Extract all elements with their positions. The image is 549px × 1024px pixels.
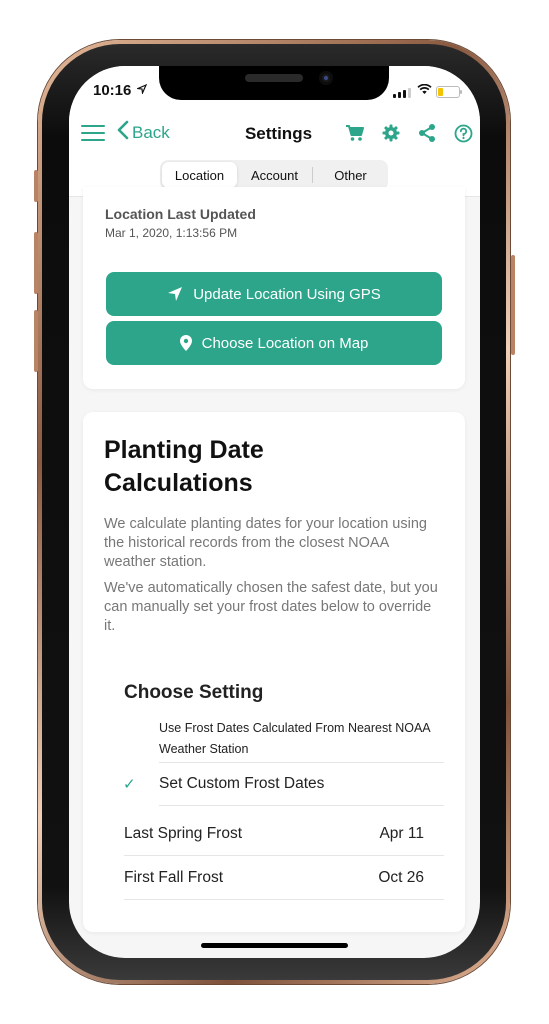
choose-map-button[interactable]: Choose Location on Map (106, 321, 442, 365)
tab-account[interactable]: Account (237, 162, 312, 188)
last-spring-frost-label: Last Spring Frost (124, 824, 243, 842)
tab-other[interactable]: Other (313, 162, 388, 188)
cart-icon[interactable] (344, 123, 366, 143)
notch (159, 66, 389, 100)
front-camera (319, 71, 333, 85)
tab-location[interactable]: Location (162, 162, 237, 188)
location-updated-timestamp: Mar 1, 2020, 1:13:56 PM (105, 226, 238, 240)
option-custom-dates[interactable]: Set Custom Frost Dates (159, 770, 444, 806)
scroll-content[interactable]: Location Last Updated Mar 1, 2020, 1:13:… (69, 187, 480, 958)
power-button (511, 255, 515, 355)
segmented-control: Location Account Other (160, 160, 388, 190)
location-updated-label: Location Last Updated (105, 206, 256, 222)
first-fall-frost-row[interactable]: First Fall Frost Oct 26 (124, 856, 444, 900)
planting-card: Planting Date Calculations We calculate … (83, 412, 465, 932)
option-noaa-dates[interactable]: Use Frost Dates Calculated From Nearest … (159, 718, 444, 763)
choose-setting-heading: Choose Setting (124, 682, 264, 703)
checkmark-icon: ✓ (123, 776, 136, 793)
choose-map-label: Choose Location on Map (201, 334, 369, 352)
nav-actions (344, 123, 480, 143)
first-fall-frost-value: Oct 26 (378, 868, 424, 886)
location-arrow-icon (167, 286, 183, 302)
home-indicator[interactable] (201, 943, 348, 948)
mute-switch (34, 170, 38, 202)
location-card: Location Last Updated Mar 1, 2020, 1:13:… (83, 187, 465, 389)
first-fall-frost-label: First Fall Frost (124, 868, 224, 886)
speaker-grille (245, 74, 303, 82)
last-spring-frost-value: Apr 11 (379, 824, 424, 842)
status-time: 10:16 (93, 82, 132, 99)
location-services-icon (135, 83, 148, 97)
navigation-bar: Back Settings (69, 110, 480, 154)
planting-description-1: We calculate planting dates for your loc… (104, 516, 427, 570)
battery-icon (436, 86, 462, 98)
wifi-icon (417, 83, 432, 98)
update-gps-button[interactable]: Update Location Using GPS (106, 272, 442, 316)
volume-down-button (34, 310, 38, 372)
update-gps-label: Update Location Using GPS (193, 285, 381, 303)
planting-description-2: We've automatically chosen the safest da… (104, 580, 438, 634)
gear-icon[interactable] (380, 123, 402, 143)
cellular-signal-icon (393, 88, 411, 98)
map-pin-icon (179, 335, 192, 351)
last-spring-frost-row[interactable]: Last Spring Frost Apr 11 (124, 812, 444, 856)
share-icon[interactable] (416, 123, 438, 143)
planting-title: Planting Date Calculations (104, 436, 264, 497)
volume-up-button (34, 232, 38, 294)
help-icon[interactable] (452, 123, 474, 143)
phone-screen: 10:16 Back Settings Location Account Oth… (69, 66, 480, 958)
